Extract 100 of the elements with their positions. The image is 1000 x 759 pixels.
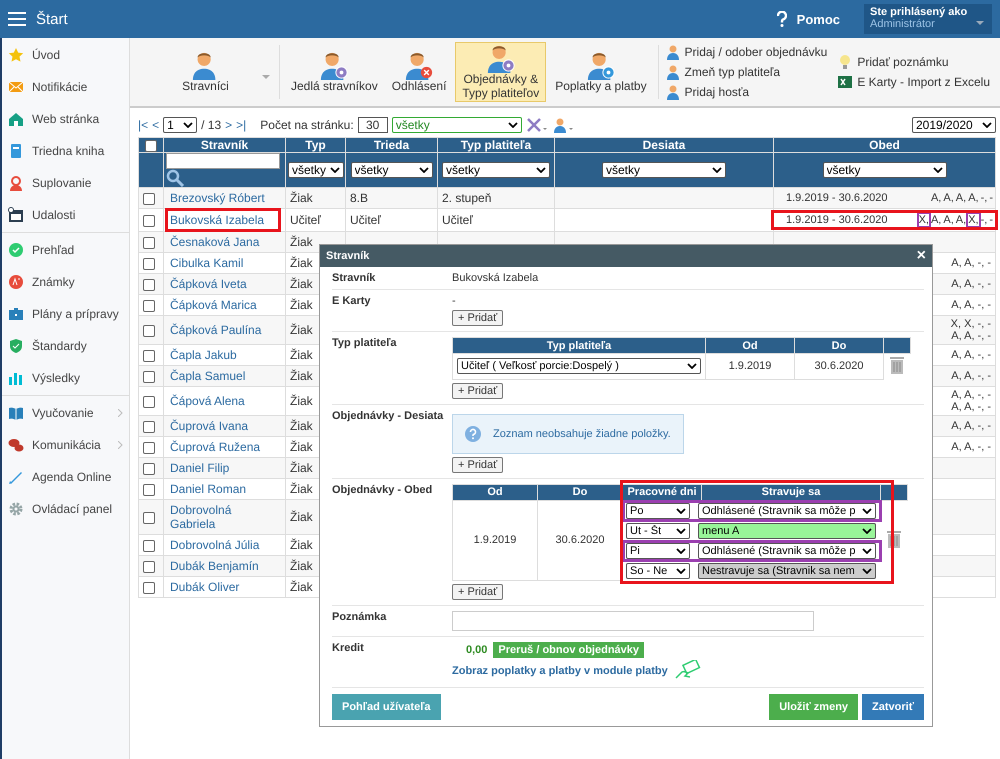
days-select[interactable]: So - Ne	[626, 562, 690, 578]
add-button[interactable]: + Pridať	[452, 584, 504, 600]
filter-select[interactable]: všetky	[350, 162, 432, 178]
column-header[interactable]: Stravník	[164, 138, 286, 152]
meal-select[interactable]: Nestravuje sa (Stravnik sa nem	[698, 562, 876, 578]
field-value: -	[452, 295, 456, 307]
row-checkbox[interactable]	[143, 462, 155, 475]
meal-select[interactable]: menu A	[698, 522, 876, 538]
next-page-link[interactable]: >	[225, 118, 232, 132]
sidebar-item[interactable]: Úvod	[2, 39, 129, 71]
table-cell: 2. stupeň	[438, 188, 554, 208]
payments-link[interactable]: Zobraz poplatky a platby v module platby	[452, 665, 668, 677]
close-button[interactable]: ×	[916, 247, 926, 265]
trash-icon[interactable]	[887, 530, 901, 548]
column-header[interactable]: Typ platiteľa	[438, 138, 554, 152]
toolbar-button[interactable]: Jedlá stravníkov	[286, 42, 383, 102]
row-checkbox[interactable]	[143, 540, 155, 552]
column-header: Od	[706, 338, 794, 354]
row-checkbox[interactable]	[143, 214, 155, 227]
row-checkbox[interactable]	[143, 512, 155, 524]
toolbar-link[interactable]: Zmeň typ platiteľa	[664, 64, 828, 80]
row-checkbox[interactable]	[143, 484, 155, 496]
search-icon[interactable]	[166, 169, 184, 187]
year-select[interactable]: 2019/2020	[912, 117, 996, 133]
column-header[interactable]: Desiata	[554, 138, 774, 152]
sidebar-item[interactable]: Štandardy	[2, 330, 129, 362]
user-menu[interactable]: Ste prihlásený ako Administrátor	[864, 4, 992, 34]
sidebar-item[interactable]: Suplovanie	[2, 167, 129, 199]
sidebar-item[interactable]: Agenda Online	[2, 461, 129, 493]
last-page-link[interactable]: >|	[236, 118, 246, 132]
row-checkbox[interactable]	[143, 258, 155, 270]
sidebar-item[interactable]: Notifikácie	[2, 71, 129, 103]
meal-select[interactable]: Odhlásené (Stravnik sa môže p	[698, 502, 876, 518]
help-icon[interactable]	[776, 11, 787, 27]
toolbar-link[interactable]: Pridať poznámku	[837, 54, 990, 70]
note-field[interactable]	[452, 611, 814, 631]
filter-select[interactable]: všetky	[602, 162, 726, 178]
column-header[interactable]: Trieda	[346, 138, 438, 152]
row-checkbox[interactable]	[143, 582, 155, 594]
search-field[interactable]	[166, 153, 280, 169]
add-button[interactable]: + Pridať	[452, 382, 504, 398]
per-page-field[interactable]: 30	[358, 117, 388, 133]
column-header: Od	[452, 484, 538, 500]
previous-page-link[interactable]: <	[152, 118, 160, 132]
meal-select[interactable]: Odhlásené (Stravnik sa môže p	[698, 542, 876, 558]
trash-icon[interactable]	[890, 356, 904, 374]
close-dialog-button[interactable]: Zatvoriť	[862, 694, 924, 720]
credit-amount: 0,00	[466, 644, 488, 656]
meal-code: A,	[956, 192, 966, 204]
row-checkbox[interactable]	[143, 236, 155, 249]
sidebar-item[interactable]: Ovládací panel	[2, 493, 129, 525]
filter-select[interactable]: všetky	[288, 162, 344, 178]
column-header[interactable]: Typ	[286, 138, 346, 152]
row-checkbox[interactable]	[143, 560, 155, 573]
sidebar-item[interactable]: Výsledky	[2, 362, 129, 394]
meal-codes: X, X, -, -	[950, 318, 991, 330]
toolbar-button[interactable]: Stravníci	[138, 42, 274, 102]
select-all-checkbox[interactable]	[145, 140, 157, 152]
sidebar-item[interactable]: Prehľad	[2, 234, 129, 266]
filter-select[interactable]: všetky	[822, 162, 946, 178]
row-checkbox[interactable]	[143, 420, 155, 433]
page-select[interactable]: 1	[163, 117, 198, 133]
sidebar-item[interactable]: Komunikácia	[2, 429, 129, 461]
row-checkbox[interactable]	[143, 300, 155, 312]
sidebar-item[interactable]: Plány a prípravy	[2, 298, 129, 330]
sidebar-item[interactable]: Známky	[2, 266, 129, 298]
sidebar-item[interactable]: Udalosti	[2, 199, 129, 231]
row-checkbox[interactable]	[143, 324, 155, 337]
menu-icon[interactable]	[8, 12, 26, 26]
person-icon[interactable]	[552, 117, 574, 133]
sidebar-item[interactable]: Web stránka	[2, 103, 129, 135]
toolbar-button[interactable]: Poplatky a platby	[550, 42, 652, 102]
meal-code: -	[989, 192, 993, 204]
column-header[interactable]: Obed	[774, 138, 996, 152]
sidebar-item[interactable]: Triedna kniha	[2, 135, 129, 167]
toolbar-link[interactable]: E Karty - Import z Excelu	[837, 74, 990, 90]
first-page-link[interactable]: |<	[138, 118, 148, 132]
gear-icon	[8, 501, 24, 517]
add-button[interactable]: + Pridať	[452, 456, 504, 472]
payer-select[interactable]: Učiteľ ( Veľkosť porcie:Dospelý )	[457, 358, 701, 374]
person-euro-icon	[586, 50, 616, 80]
tools-icon[interactable]	[526, 117, 548, 133]
caret-icon	[862, 508, 872, 514]
toolbar-link[interactable]: Pridaj hosťa	[664, 84, 828, 100]
row-checkbox[interactable]	[143, 350, 155, 362]
row-checkbox[interactable]	[143, 278, 155, 291]
filter-select[interactable]: všetky	[392, 117, 522, 133]
toolbar-button[interactable]: Odhlásení	[386, 42, 452, 102]
add-button[interactable]: + Pridať	[452, 310, 504, 326]
row-checkbox[interactable]	[143, 192, 155, 205]
sidebar-item[interactable]: Vyučovanie	[2, 397, 129, 429]
row-checkbox[interactable]	[143, 370, 155, 383]
toolbar-link[interactable]: Pridaj / odober objednávku	[664, 44, 828, 60]
help-link[interactable]: Pomoc	[796, 12, 840, 26]
row-checkbox[interactable]	[143, 396, 155, 408]
days-select[interactable]: Pi	[626, 542, 690, 558]
row-checkbox[interactable]	[143, 442, 155, 454]
days-select[interactable]: Po	[626, 502, 690, 518]
filter-select[interactable]: všetky	[442, 162, 550, 178]
toolbar-button[interactable]: Objednávky & Typy platiteľov	[455, 42, 546, 102]
